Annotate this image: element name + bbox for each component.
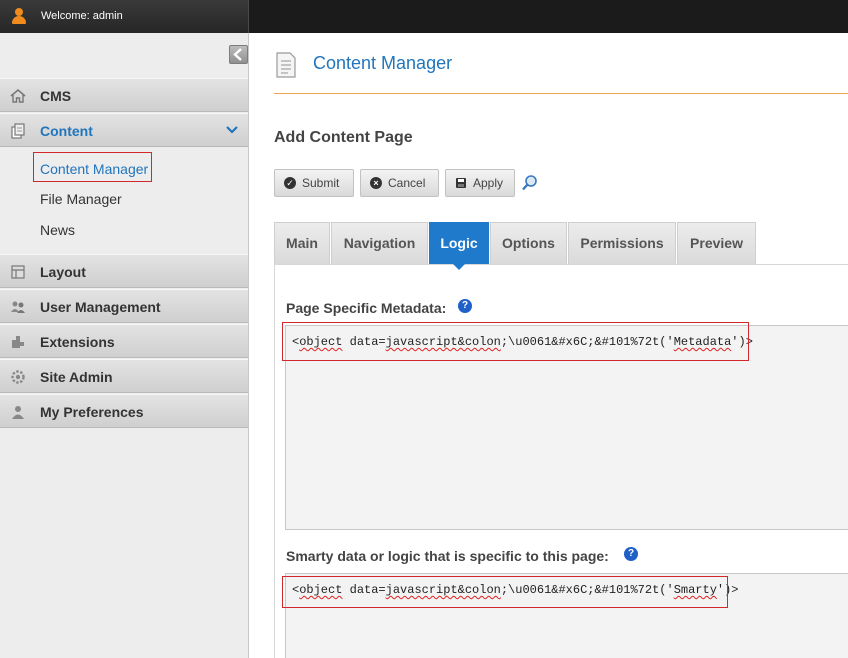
tab-navigation[interactable]: Navigation (331, 222, 428, 264)
highlight-box (33, 152, 152, 182)
tab-logic[interactable]: Logic (429, 222, 489, 264)
sidebar-item-user-management[interactable]: User Management (0, 289, 248, 323)
metadata-label: Page Specific Metadata: (286, 300, 447, 316)
search-icon[interactable] (521, 174, 539, 192)
highlight-box (282, 576, 728, 608)
close-icon: × (370, 177, 382, 189)
highlight-box (282, 322, 749, 361)
sidebar-subitem-news[interactable]: News (40, 222, 75, 238)
sidebar-item-label: Content (40, 123, 93, 139)
sidebar-item-my-preferences[interactable]: My Preferences (0, 394, 248, 428)
sidebar-item-label: CMS (40, 88, 72, 104)
sidebar-item-cms[interactable]: CMS (0, 78, 248, 112)
welcome-text: Welcome: admin (41, 10, 123, 22)
submit-button[interactable]: ✓ Submit (274, 169, 354, 197)
check-icon: ✓ (284, 177, 296, 189)
sidebar-item-label: Extensions (40, 334, 115, 350)
save-icon (456, 178, 466, 188)
tab-main[interactable]: Main (274, 222, 330, 264)
tab-permissions[interactable]: Permissions (568, 222, 676, 264)
cancel-button[interactable]: × Cancel (360, 169, 439, 197)
tab-preview[interactable]: Preview (677, 222, 756, 264)
chevron-down-icon[interactable] (225, 123, 239, 137)
collapse-sidebar-button[interactable] (229, 45, 248, 64)
smarty-label: Smarty data or logic that is specific to… (286, 548, 609, 564)
sidebar-item-content[interactable]: Content (0, 113, 248, 147)
puzzle-icon (12, 336, 24, 348)
top-bar-user-area: Welcome: admin (0, 0, 249, 33)
apply-button[interactable]: Apply (445, 169, 515, 197)
section-title: Add Content Page (274, 129, 413, 146)
chevron-left-icon (233, 48, 242, 61)
top-bar: Welcome: admin (0, 0, 848, 33)
sidebar-item-label: Site Admin (40, 369, 113, 385)
users-icon (11, 301, 25, 313)
sidebar-subitem-file-manager[interactable]: File Manager (40, 191, 122, 207)
home-icon (10, 88, 26, 103)
user-icon (12, 406, 24, 419)
document-icon (276, 52, 296, 78)
sidebar-item-extensions[interactable]: Extensions (0, 324, 248, 358)
page-title: Content Manager (313, 53, 453, 73)
sidebar-item-site-admin[interactable]: Site Admin (0, 359, 248, 393)
copy-pages-icon (11, 123, 25, 139)
sidebar-item-label: My Preferences (40, 404, 144, 420)
gear-icon (11, 370, 25, 384)
sidebar-item-label: Layout (40, 264, 86, 280)
help-icon[interactable]: ? (624, 547, 638, 561)
tab-options[interactable]: Options (490, 222, 567, 264)
sidebar-item-label: User Management (40, 299, 161, 315)
active-tab-pointer (452, 263, 466, 270)
user-icon (11, 8, 27, 24)
layout-icon (11, 265, 25, 279)
sidebar-item-layout[interactable]: Layout (0, 254, 248, 288)
header-divider (274, 93, 848, 94)
help-icon[interactable]: ? (458, 299, 472, 313)
